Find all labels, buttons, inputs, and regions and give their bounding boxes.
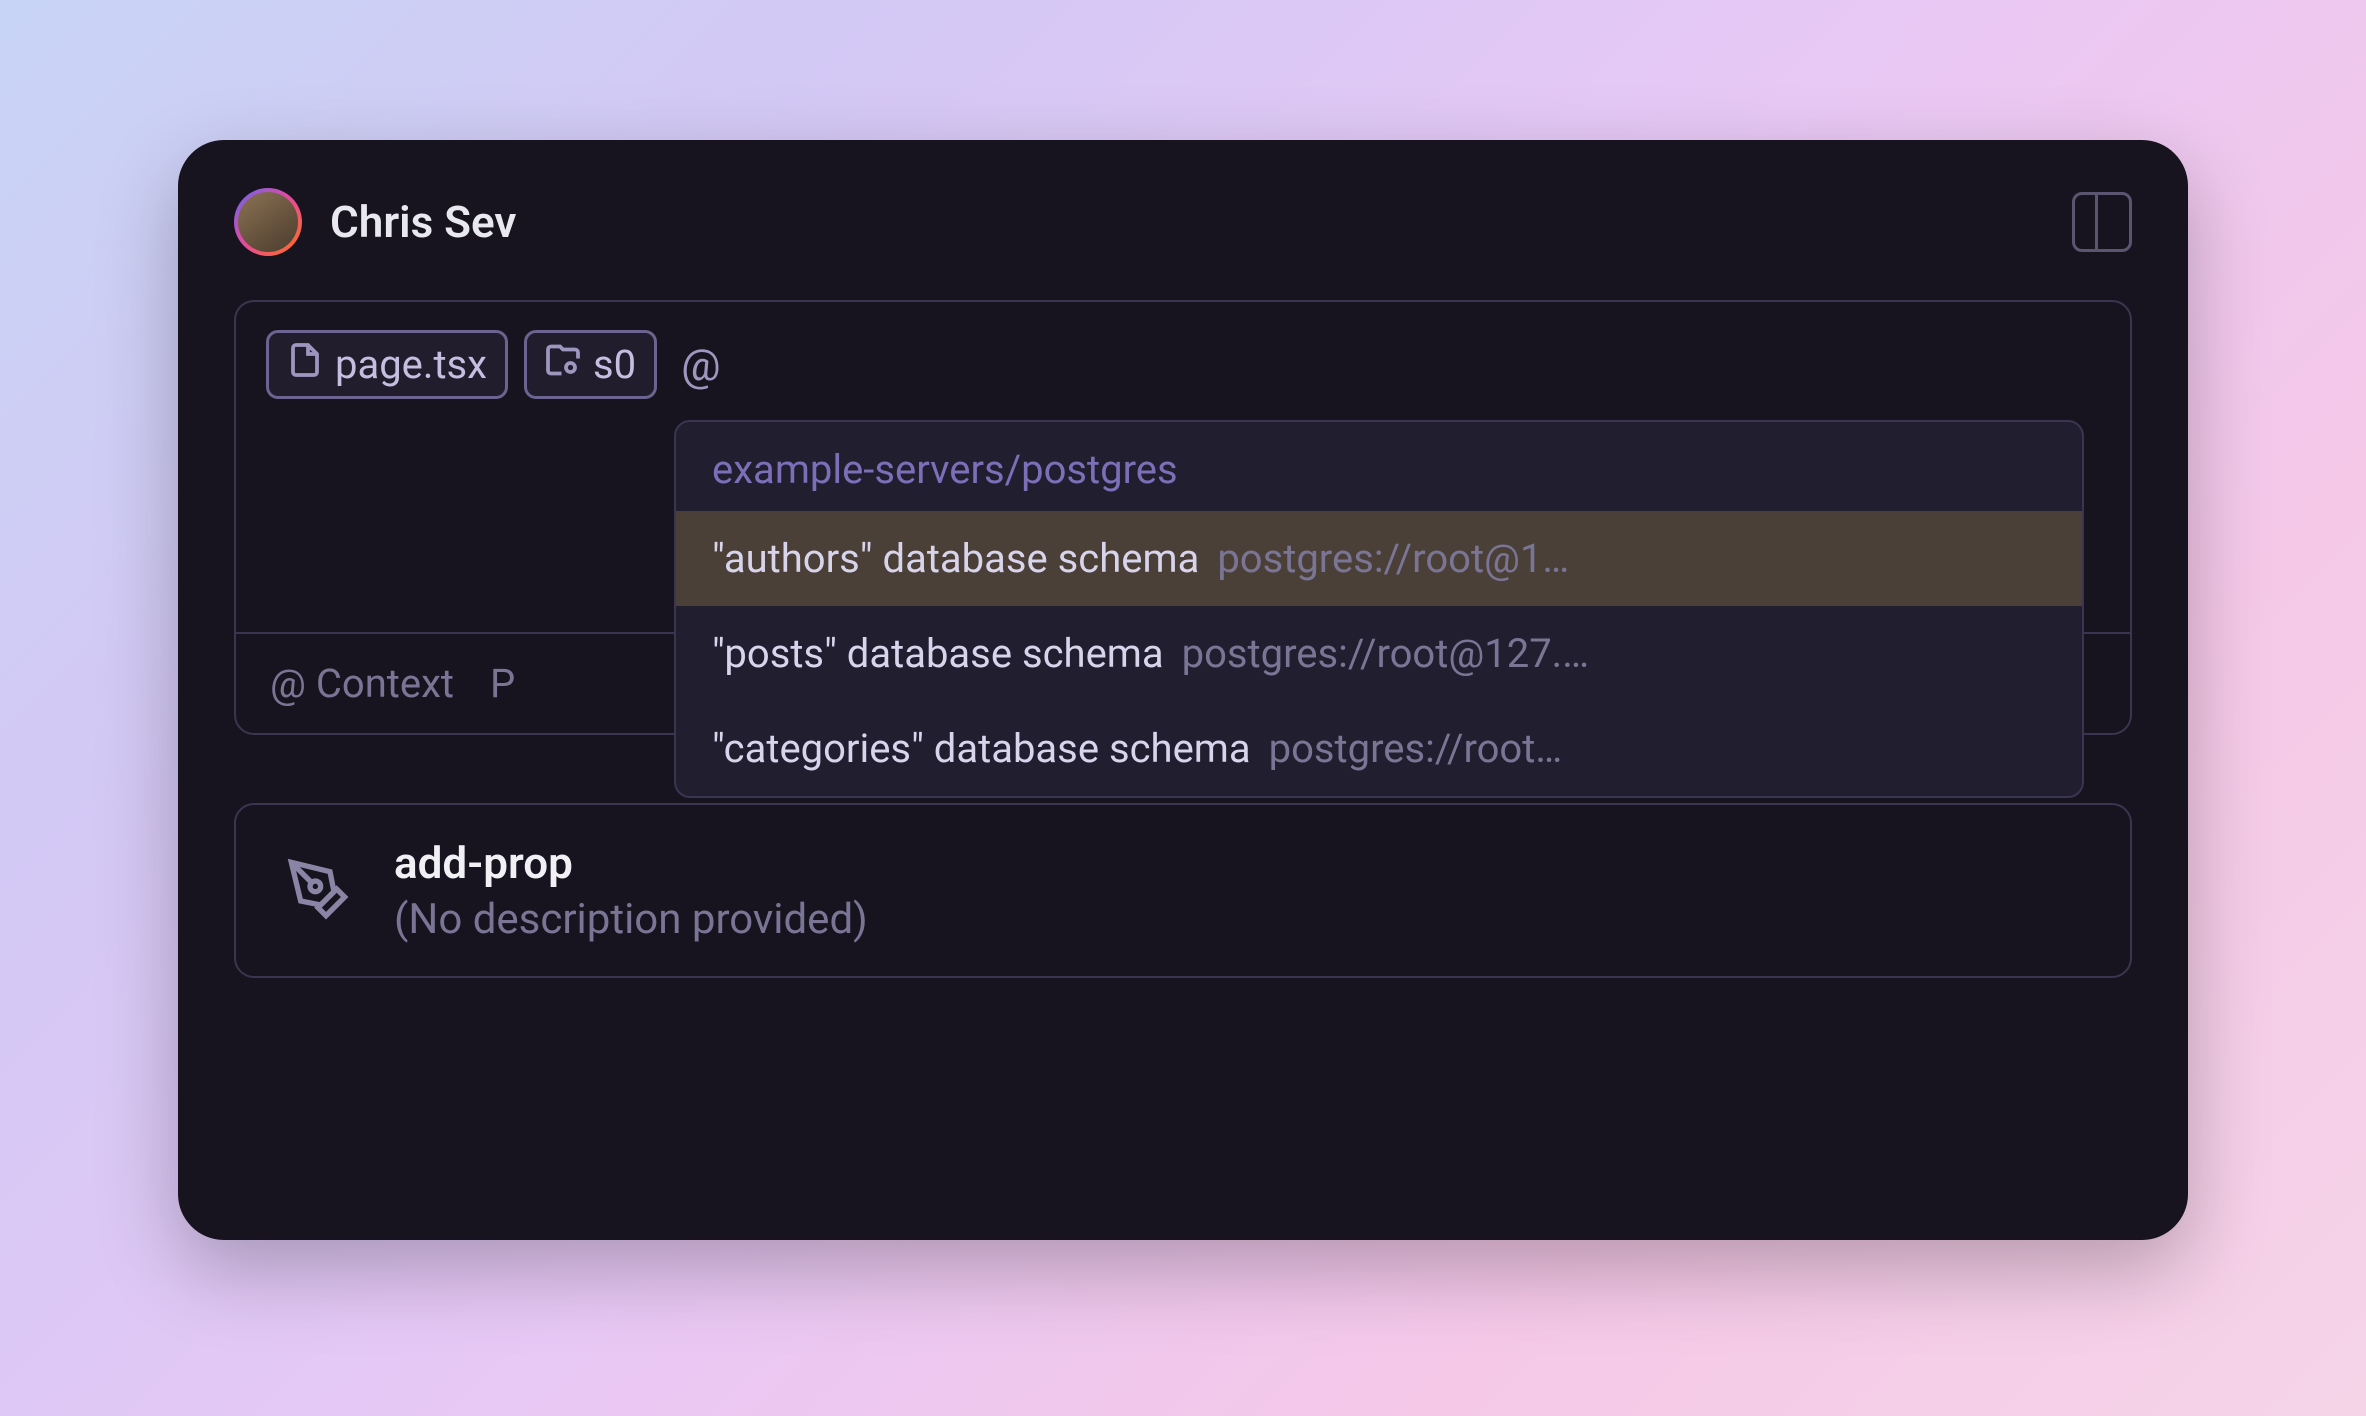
username-label: Chris Sev [330, 196, 516, 248]
user-info: Chris Sev [234, 188, 516, 256]
dropdown-item-detail: postgres://root… [1269, 725, 1562, 772]
dropdown-group-heading: example-servers/postgres [676, 422, 2082, 511]
dropdown-item-detail: postgres://root@1… [1217, 535, 1569, 582]
avatar[interactable] [234, 188, 302, 256]
context-button[interactable]: @ Context [270, 660, 454, 707]
dropdown-item-posts[interactable]: "posts" database schema postgres://root@… [676, 606, 2082, 701]
card-title: add-prop [394, 837, 868, 889]
layout-toggle-button[interactable] [2072, 192, 2132, 252]
main-panel: Chris Sev page.tsx s0 @ @ Contex [178, 140, 2188, 1240]
result-card[interactable]: add-prop (No description provided) [234, 803, 2132, 978]
folder-icon [545, 341, 581, 388]
panel-header: Chris Sev [234, 188, 2132, 256]
card-text: add-prop (No description provided) [394, 837, 868, 944]
dropdown-item-title: "categories" database schema [712, 725, 1251, 772]
input-area: page.tsx s0 @ @ Context P example-server… [234, 300, 2132, 735]
dropdown-item-title: "posts" database schema [712, 630, 1164, 677]
chip-label: s0 [593, 341, 636, 388]
dropdown-item-detail: postgres://root@127.… [1182, 630, 1589, 677]
layout-icon [2075, 195, 2098, 249]
chip-label: page.tsx [335, 341, 487, 388]
design-tools-icon [286, 857, 350, 925]
card-description: (No description provided) [394, 895, 868, 944]
dropdown-item-authors[interactable]: "authors" database schema postgres://roo… [676, 511, 2082, 606]
chip-folder-s0[interactable]: s0 [524, 330, 657, 399]
partial-hidden-label: P [490, 660, 515, 707]
file-icon [287, 341, 323, 388]
at-mention-trigger[interactable]: @ [681, 339, 721, 391]
dropdown-item-categories[interactable]: "categories" database schema postgres://… [676, 701, 2082, 796]
mention-dropdown: example-servers/postgres "authors" datab… [674, 420, 2084, 798]
context-button-label: @ Context [270, 660, 454, 707]
avatar-image [238, 192, 298, 252]
dropdown-item-title: "authors" database schema [712, 535, 1199, 582]
chip-file-page-tsx[interactable]: page.tsx [266, 330, 508, 399]
